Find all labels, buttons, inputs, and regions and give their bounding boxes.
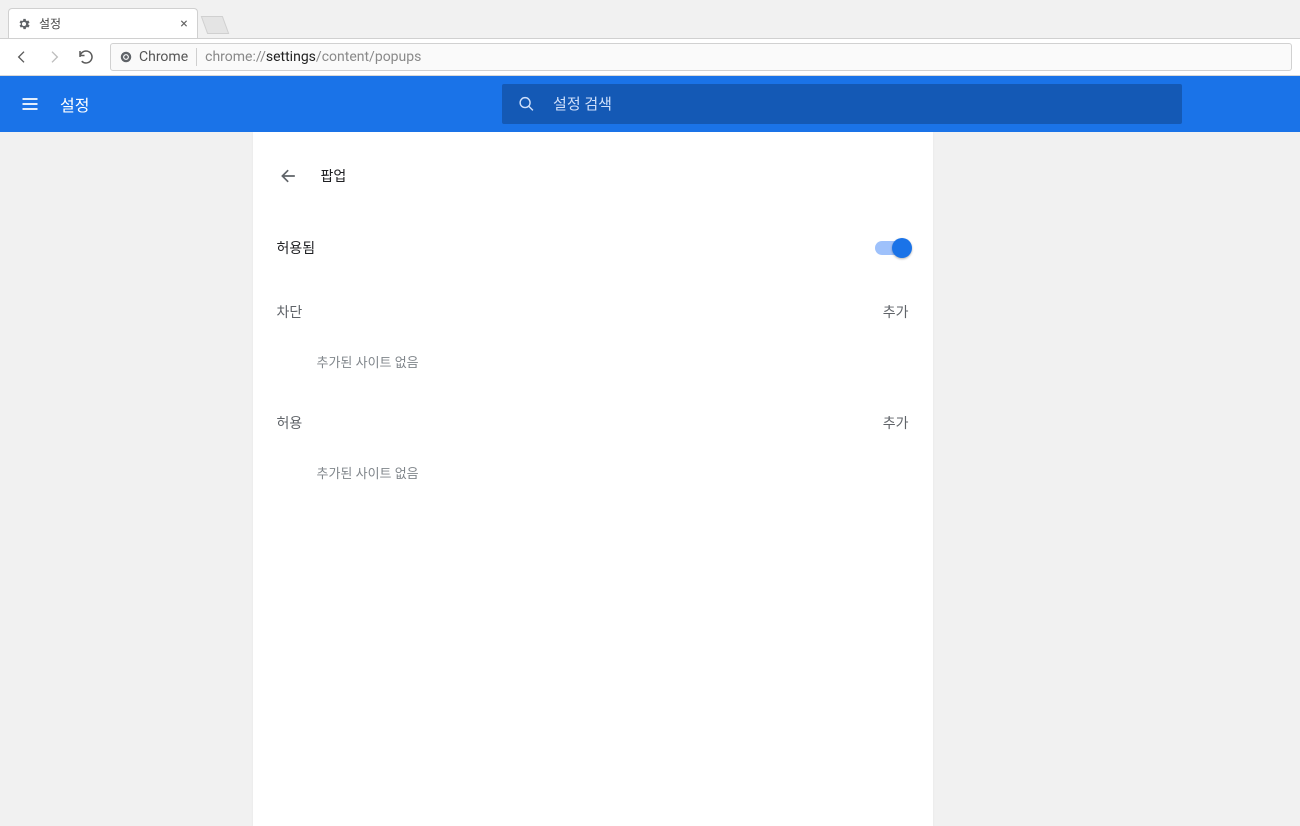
settings-app: 설정 팝업 허용됨	[0, 76, 1300, 826]
url-path: /content/popups	[316, 49, 421, 65]
settings-search[interactable]	[502, 84, 1182, 124]
block-section-title: 차단	[277, 302, 303, 322]
app-bar: 설정	[0, 76, 1300, 132]
menu-button[interactable]	[20, 94, 40, 114]
new-tab-button[interactable]	[201, 16, 230, 34]
gear-icon	[17, 17, 31, 31]
browser-tab[interactable]: 설정 ×	[8, 8, 198, 38]
tab-strip: 설정 ×	[0, 0, 1300, 38]
url-scheme: chrome://	[205, 49, 266, 65]
content-panel: 팝업 허용됨 차단 추가 추가된 사이트 없음 허용 추가	[253, 132, 933, 826]
page-header: 팝업	[277, 156, 909, 196]
nav-reload-button[interactable]	[72, 43, 100, 71]
allowed-toggle-row: 허용됨	[277, 220, 909, 276]
allowed-label: 허용됨	[277, 238, 316, 258]
tab-title: 설정	[39, 15, 61, 32]
allow-add-button[interactable]: 추가	[883, 413, 909, 433]
site-info-icon	[119, 50, 133, 64]
scheme-label: Chrome	[139, 49, 188, 65]
address-bar[interactable]: Chrome chrome:// settings /content/popup…	[110, 43, 1292, 71]
nav-back-button[interactable]	[8, 43, 36, 71]
allow-section-title: 허용	[277, 413, 303, 433]
url-display[interactable]: chrome:// settings /content/popups	[205, 49, 421, 65]
nav-forward-button[interactable]	[40, 43, 68, 71]
block-empty-message: 추가된 사이트 없음	[277, 336, 909, 387]
omnibox-divider	[196, 48, 197, 66]
browser-toolbar: Chrome chrome:// settings /content/popup…	[0, 38, 1300, 76]
close-tab-icon[interactable]: ×	[179, 19, 189, 29]
toggle-knob	[892, 238, 912, 258]
page-title: 팝업	[321, 166, 347, 186]
app-body: 팝업 허용됨 차단 추가 추가된 사이트 없음 허용 추가	[0, 132, 1300, 826]
allow-empty-message: 추가된 사이트 없음	[277, 447, 909, 498]
block-section-header: 차단 추가	[277, 288, 909, 336]
block-add-button[interactable]: 추가	[883, 302, 909, 322]
allowed-toggle[interactable]	[875, 241, 909, 255]
back-button[interactable]	[273, 160, 305, 192]
app-title: 설정	[60, 92, 89, 116]
settings-search-input[interactable]	[553, 95, 1166, 113]
browser-window: 설정 × Chrome chrome:// settings /c	[0, 0, 1300, 826]
allow-section-header: 허용 추가	[277, 399, 909, 447]
url-host: settings	[266, 49, 316, 65]
search-icon	[518, 95, 535, 113]
